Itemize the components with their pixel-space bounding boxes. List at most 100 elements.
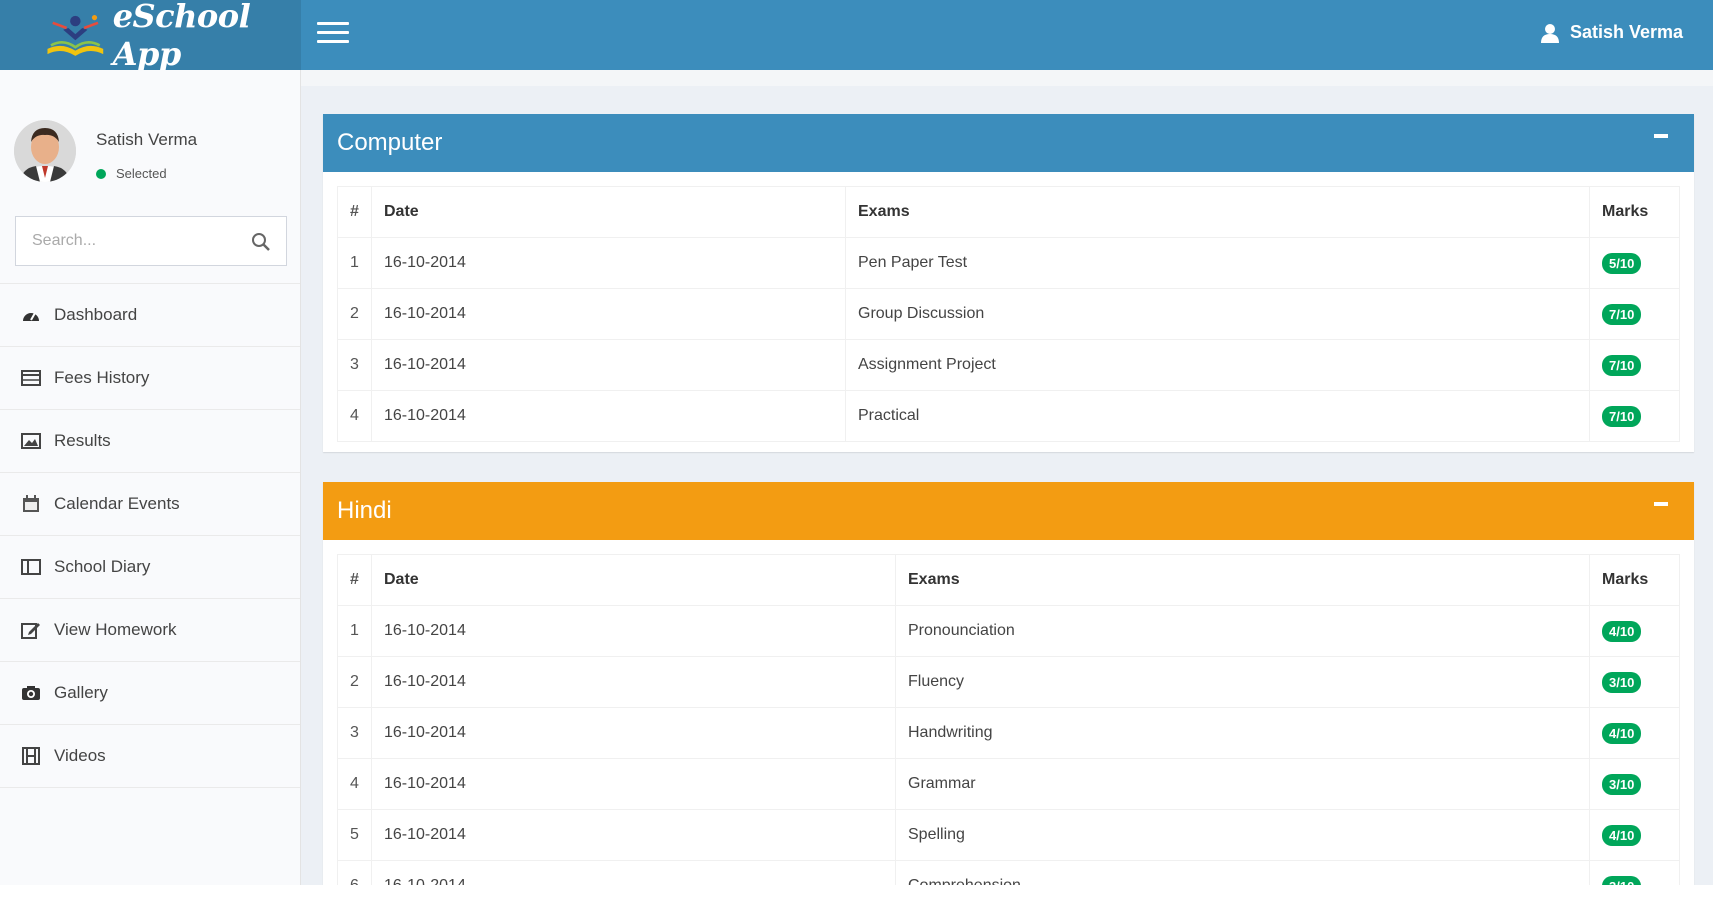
row-marks-cell: 7/10 (1589, 390, 1680, 442)
camera-icon (20, 682, 42, 704)
collapse-icon[interactable] (1654, 502, 1668, 506)
sidebar-item-school-diary[interactable]: School Diary (0, 536, 300, 599)
row-date: 16-10-2014 (371, 707, 896, 759)
column-header-index: # (337, 186, 372, 238)
sidebar-item-fees-history[interactable]: Fees History (0, 347, 300, 410)
film-icon (20, 745, 42, 767)
table-row: 3 16-10-2014 Handwriting 4/10 (337, 707, 1680, 759)
table-row: 3 16-10-2014 Assignment Project 7/10 (337, 339, 1680, 391)
subject-title: Hindi (337, 497, 392, 524)
row-exam: Group Discussion (845, 288, 1590, 340)
marks-badge: 7/10 (1602, 303, 1642, 325)
row-marks-cell: 3/10 (1589, 758, 1680, 810)
sidebar-item-calendar-events[interactable]: Calendar Events (0, 473, 300, 536)
column-header-marks: Marks (1589, 554, 1680, 606)
sidebar-item-dashboard[interactable]: Dashboard (0, 284, 300, 347)
row-date: 16-10-2014 (371, 860, 896, 885)
row-index: 1 (337, 605, 372, 657)
user-status-label: Selected (116, 166, 167, 181)
row-marks-cell: 7/10 (1589, 339, 1680, 391)
row-marks-cell: 5/10 (1589, 237, 1680, 289)
row-marks-cell: 4/10 (1589, 809, 1680, 861)
table-icon (20, 367, 42, 389)
row-index: 3 (337, 339, 372, 391)
subject-box-body: # Date Exams Marks 1 16-10-2014 Pen Pape… (323, 172, 1694, 452)
table-row: 2 16-10-2014 Group Discussion 7/10 (337, 288, 1680, 340)
user-menu[interactable]: Satish Verma (1540, 22, 1683, 43)
row-date: 16-10-2014 (371, 605, 896, 657)
sidebar-menu: Dashboard Fees History Results Calendar … (0, 283, 300, 788)
main-content: Computer # Date Exams Marks 1 16-10-2014 (301, 70, 1713, 885)
row-exam: Assignment Project (845, 339, 1590, 391)
marks-badge: 4/10 (1602, 824, 1642, 846)
sidebar-item-videos[interactable]: Videos (0, 725, 300, 788)
content-header-strip (301, 70, 1713, 86)
sidebar-item-label: Calendar Events (54, 494, 180, 513)
sidebar-item-label: Results (54, 431, 111, 450)
subject-box-computer: Computer # Date Exams Marks 1 16-10-2014 (323, 114, 1694, 452)
page-bottom-margin (0, 885, 1713, 900)
search-input[interactable] (16, 217, 236, 265)
row-exam: Handwriting (895, 707, 1590, 759)
user-status: Selected (96, 166, 167, 181)
row-index: 2 (337, 288, 372, 340)
brand-logo-link[interactable]: eSchool App (0, 0, 301, 73)
table-header-row: # Date Exams Marks (337, 186, 1680, 238)
user-panel: Satish Verma Selected (0, 70, 300, 210)
row-date: 16-10-2014 (371, 288, 846, 340)
hamburger-menu-icon[interactable] (317, 22, 349, 48)
table-row: 1 16-10-2014 Pen Paper Test 5/10 (337, 237, 1680, 289)
sidebar-user-name: Satish Verma (96, 130, 198, 149)
sidebar-item-label: View Homework (54, 620, 177, 639)
header-user-name: Satish Verma (1569, 22, 1683, 42)
dashboard-icon (20, 304, 42, 326)
search-icon[interactable] (250, 231, 272, 253)
column-header-index: # (337, 554, 372, 606)
row-marks-cell: 3/10 (1589, 860, 1680, 885)
online-status-icon (96, 168, 106, 179)
marks-badge: 4/10 (1602, 620, 1642, 642)
row-exam: Spelling (895, 809, 1590, 861)
row-exam: Grammar (895, 758, 1590, 810)
sidebar-item-view-homework[interactable]: View Homework (0, 599, 300, 662)
top-header: eSchool App Satish Verma (0, 0, 1713, 73)
row-marks-cell: 7/10 (1589, 288, 1680, 340)
row-exam: Fluency (895, 656, 1590, 708)
table-row: 5 16-10-2014 Spelling 4/10 (337, 809, 1680, 861)
picture-icon (20, 430, 42, 452)
column-header-marks: Marks (1589, 186, 1680, 238)
row-date: 16-10-2014 (371, 656, 896, 708)
row-exam: Practical (845, 390, 1590, 442)
column-header-date: Date (371, 186, 846, 238)
marks-badge: 5/10 (1602, 252, 1642, 274)
row-marks-cell: 4/10 (1589, 707, 1680, 759)
row-exam: Pen Paper Test (845, 237, 1590, 289)
marks-badge: 3/10 (1602, 773, 1642, 795)
subject-box-header: Computer (323, 114, 1694, 172)
marks-badge: 4/10 (1602, 722, 1642, 744)
row-index: 5 (337, 809, 372, 861)
book-icon (20, 556, 42, 578)
marks-badge: 7/10 (1602, 405, 1642, 427)
marks-table: # Date Exams Marks 1 16-10-2014 Pronounc… (337, 554, 1680, 885)
marks-table: # Date Exams Marks 1 16-10-2014 Pen Pape… (337, 186, 1680, 442)
sidebar-item-results[interactable]: Results (0, 410, 300, 473)
sidebar-item-gallery[interactable]: Gallery (0, 662, 300, 725)
school-logo-icon (47, 14, 104, 56)
row-index: 1 (337, 237, 372, 289)
row-exam: Comprehension (895, 860, 1590, 885)
navbar: Satish Verma (301, 0, 1713, 70)
table-row: 6 16-10-2014 Comprehension 3/10 (337, 860, 1680, 885)
sidebar-item-label: Dashboard (54, 305, 138, 324)
subject-box-hindi: Hindi # Date Exams Marks 1 16-10-2014 Pr… (323, 482, 1694, 885)
row-date: 16-10-2014 (371, 758, 896, 810)
sidebar-search-form (15, 216, 287, 266)
row-index: 6 (337, 860, 372, 885)
table-row: 4 16-10-2014 Practical 7/10 (337, 390, 1680, 442)
row-index: 3 (337, 707, 372, 759)
user-icon (1540, 23, 1559, 43)
row-date: 16-10-2014 (371, 390, 846, 442)
sidebar-item-label: Gallery (54, 683, 108, 702)
collapse-icon[interactable] (1654, 134, 1668, 138)
row-index: 4 (337, 390, 372, 442)
